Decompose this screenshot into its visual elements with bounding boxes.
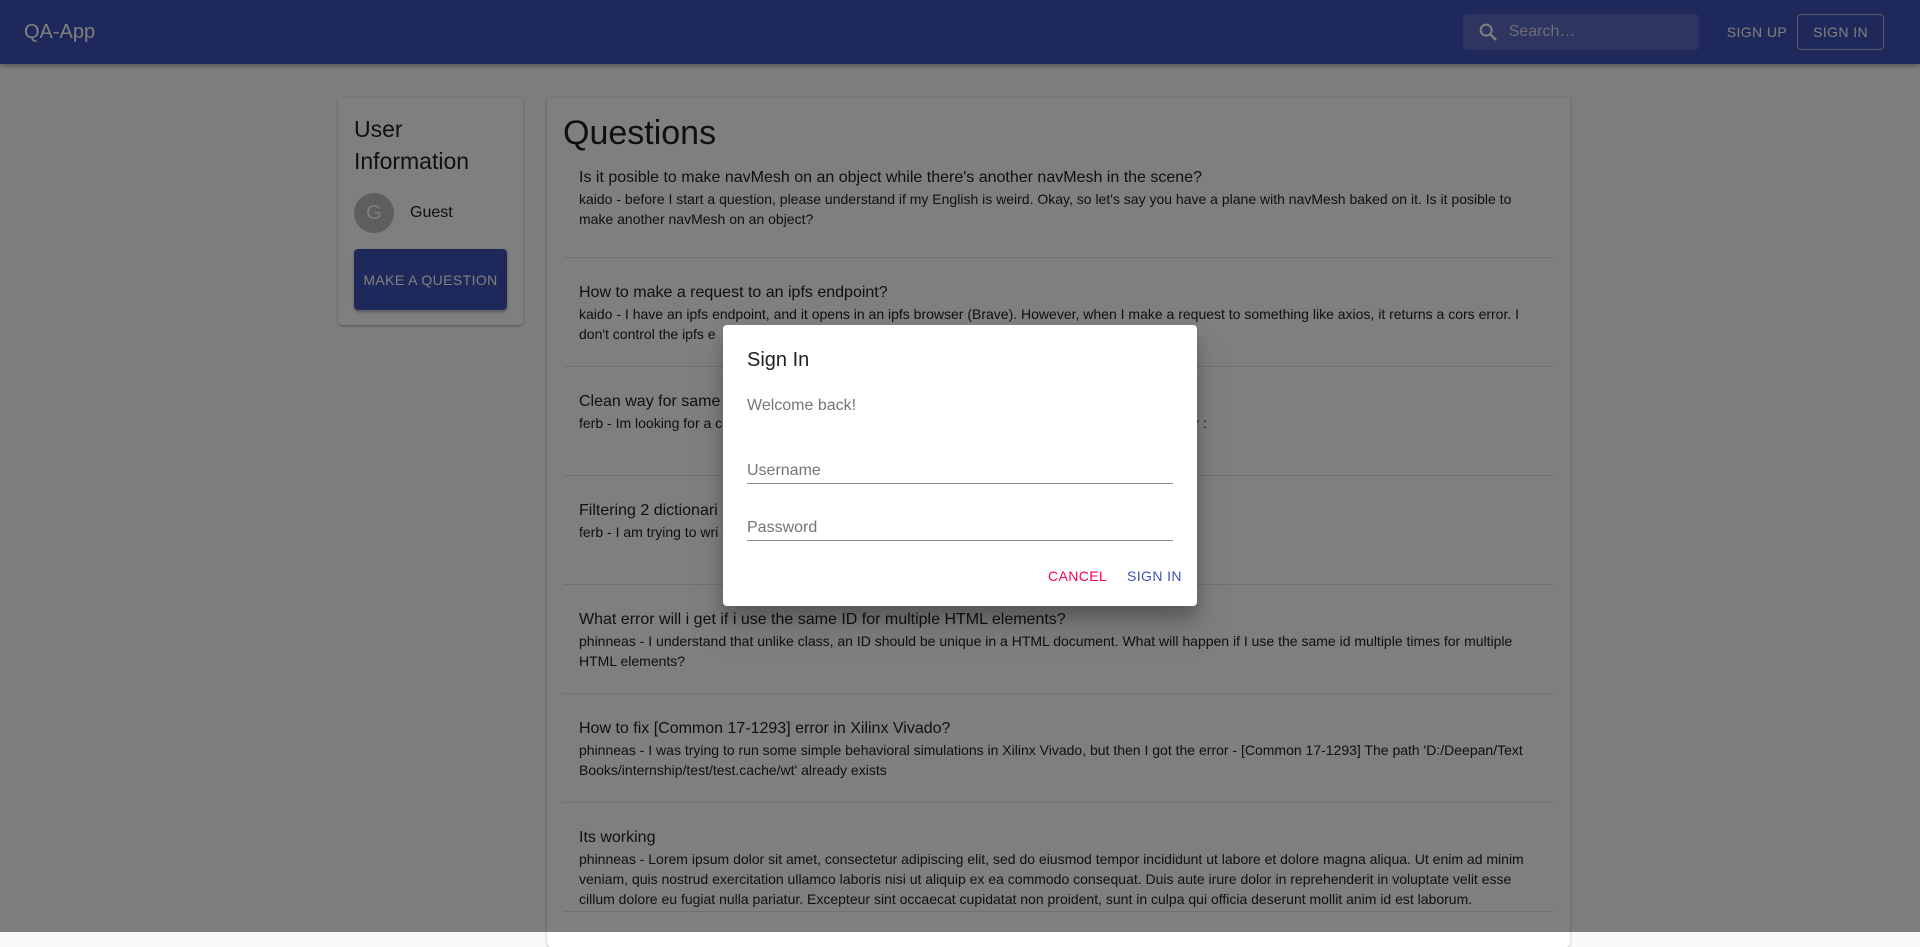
dialog-title: Sign In <box>747 349 810 371</box>
sign-in-submit-button[interactable]: SIGN IN <box>1119 562 1190 590</box>
password-field[interactable] <box>747 509 1173 541</box>
username-input[interactable] <box>747 452 1173 483</box>
cancel-button[interactable]: CANCEL <box>1040 562 1115 590</box>
dialog-welcome-text: Welcome back! <box>747 397 857 414</box>
sign-in-dialog: Sign In Welcome back! CANCEL SIGN IN <box>723 325 1197 606</box>
password-input[interactable] <box>747 509 1173 540</box>
username-field[interactable] <box>747 452 1173 484</box>
